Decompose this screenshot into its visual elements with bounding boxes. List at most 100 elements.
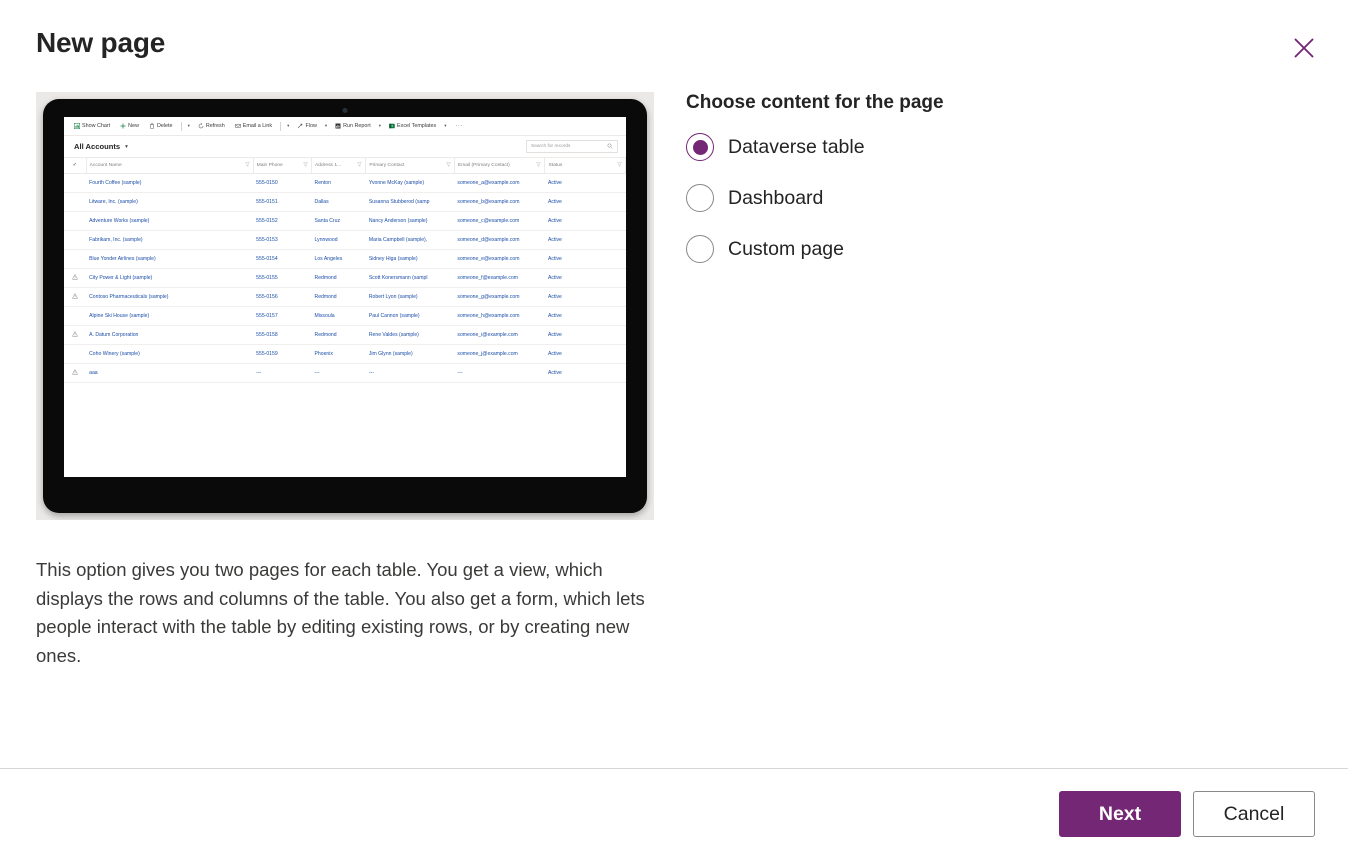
row-warning-icon	[64, 268, 87, 288]
column-header-main-phone[interactable]: Main Phone	[253, 158, 313, 174]
column-header-status[interactable]: Status	[544, 158, 626, 174]
next-button[interactable]: Next	[1059, 791, 1181, 837]
cell-email: someone_f@example.com	[454, 268, 545, 288]
filter-icon	[244, 162, 250, 169]
cell-name: Adventure Works (sample)	[86, 211, 254, 231]
cell-email: someone_a@example.com	[454, 173, 545, 193]
cell-city: Dallas	[311, 192, 366, 212]
table-row[interactable]: Adventure Works (sample) 555-0152 Santa Cr…	[64, 211, 626, 231]
filter-icon	[357, 162, 363, 169]
cell-phone: 555-0155	[253, 268, 312, 288]
table-row[interactable]: Coho Winery (sample) 555-0159 Phoenix Jim G…	[64, 344, 626, 364]
preview-toolbar-label: Flow	[305, 123, 317, 129]
close-button[interactable]	[1284, 28, 1324, 68]
overflow-icon: ···	[455, 123, 464, 129]
cell-phone: 555-0150	[253, 173, 312, 193]
preview-grid-body: Fourth Coffee (sample) 555-0150 Renton Yvon…	[64, 173, 626, 383]
cell-contact: Susanna Stubberod (samp	[365, 192, 455, 212]
cell-contact: Yvonne McKay (sample)	[365, 173, 455, 193]
cell-city: Lynnwood	[311, 230, 366, 250]
toolbar-divider	[180, 121, 182, 131]
cell-status: Active	[544, 287, 626, 307]
cell-city: Missoula	[311, 306, 366, 326]
table-row[interactable]: A. Datum Corporation 555-0158 Redmond Rene …	[64, 325, 626, 345]
table-row[interactable]: aaa --- --- --- --- Active	[64, 363, 626, 383]
radio-indicator	[686, 133, 714, 161]
mail-icon	[234, 123, 241, 129]
cell-email: someone_c@example.com	[454, 211, 545, 231]
row-warning-icon	[64, 192, 87, 212]
preview-toolbar-label: Email a Link	[242, 123, 273, 129]
cell-phone: 555-0154	[253, 249, 312, 269]
column-header-address[interactable]: Address 1...	[311, 158, 367, 174]
cell-name: Coho Winery (sample)	[86, 344, 254, 364]
row-warning-icon	[64, 306, 87, 326]
cell-email: someone_j@example.com	[454, 344, 545, 364]
warning-icon	[72, 330, 78, 339]
cell-contact: Scott Konersmann (sampl	[365, 268, 455, 288]
search-icon	[607, 143, 613, 151]
row-warning-icon	[64, 325, 87, 345]
flow-icon	[297, 123, 303, 129]
filter-icon	[445, 162, 451, 169]
cell-name: Alpine Ski House (sample)	[86, 306, 254, 326]
row-warning-icon	[64, 344, 87, 364]
table-row[interactable]: City Power & Light (sample) 555-0155 Redmo…	[64, 268, 626, 288]
cell-city: Phoenix	[311, 344, 366, 364]
dialog-footer: Next Cancel	[0, 768, 1348, 856]
chevron-down-icon: ▾	[125, 143, 128, 150]
cell-email: someone_b@example.com	[454, 192, 545, 212]
cell-status: Active	[544, 192, 626, 212]
cell-email: someone_h@example.com	[454, 306, 545, 326]
warning-icon	[72, 273, 78, 282]
cancel-button[interactable]: Cancel	[1193, 791, 1315, 837]
cell-phone: 555-0151	[253, 192, 312, 212]
column-label: Email (Primary Contact)	[457, 162, 510, 168]
radio-option-dataverse-table[interactable]: Dataverse table	[686, 131, 1246, 163]
cell-name: aaa	[86, 363, 254, 383]
column-header-account-name[interactable]: Account Name	[86, 158, 254, 174]
content-chooser: Choose content for the page Dataverse ta…	[686, 92, 1246, 284]
cell-status: Active	[544, 344, 626, 364]
cell-contact: Sidney Higa (sample)	[365, 249, 455, 269]
cell-contact: Robert Lyon (sample)	[365, 287, 455, 307]
cell-status: Active	[544, 249, 626, 269]
select-all-checkbox[interactable]: ✓	[64, 158, 87, 174]
cell-status: Active	[544, 173, 626, 193]
tablet-camera-icon	[342, 108, 348, 113]
preview-flow-button: Flow	[292, 123, 321, 129]
column-header-primary-contact[interactable]: Primary Contact	[365, 158, 455, 174]
page-title: New page	[36, 27, 166, 58]
table-row[interactable]: Contoso Pharmaceuticals (sample) 555-0156…	[64, 287, 626, 307]
column-header-email[interactable]: Email (Primary Contact)	[454, 158, 546, 174]
cell-contact: Nancy Anderson (sample)	[365, 211, 455, 231]
chevron-down-icon: ▾	[287, 123, 290, 128]
svg-text:X: X	[391, 124, 393, 128]
preview-email-link-button: Email a Link	[230, 123, 277, 129]
preview-search-placeholder: Search for records	[531, 144, 571, 149]
radio-option-custom-page[interactable]: Custom page	[686, 233, 1246, 265]
table-row[interactable]: Fourth Coffee (sample) 555-0150 Renton Yvon…	[64, 173, 626, 193]
cell-contact: ---	[365, 363, 455, 383]
column-label: Status	[548, 162, 563, 168]
radio-option-dashboard[interactable]: Dashboard	[686, 182, 1246, 214]
cell-name: Litware, Inc. (sample)	[86, 192, 254, 212]
preview-new-button: New	[115, 123, 144, 129]
table-row[interactable]: Fabrikam, Inc. (sample) 555-0153 Lynnwood M…	[64, 230, 626, 250]
report-icon	[335, 123, 341, 129]
preview-toolbar-label: Delete	[156, 123, 173, 129]
cell-email: someone_i@example.com	[454, 325, 545, 345]
preview-toolbar-label: Run Report	[343, 123, 371, 129]
plus-icon	[120, 123, 126, 129]
chevron-down-icon: ▾	[378, 123, 382, 128]
preview-search-box: Search for records	[526, 140, 618, 153]
table-row[interactable]: Litware, Inc. (sample) 555-0151 Dallas Susa…	[64, 192, 626, 212]
preview-refresh-button: Refresh	[193, 123, 230, 129]
footer-actions: Next Cancel	[1059, 791, 1315, 837]
content-chooser-heading: Choose content for the page	[686, 92, 944, 113]
table-row[interactable]: Alpine Ski House (sample) 555-0157 Missoul…	[64, 306, 626, 326]
row-warning-icon	[64, 173, 87, 193]
radio-option-label: Dataverse table	[728, 135, 865, 158]
radio-option-label: Custom page	[728, 237, 844, 260]
table-row[interactable]: Blue Yonder Airlines (sample) 555-0154 Los…	[64, 249, 626, 269]
